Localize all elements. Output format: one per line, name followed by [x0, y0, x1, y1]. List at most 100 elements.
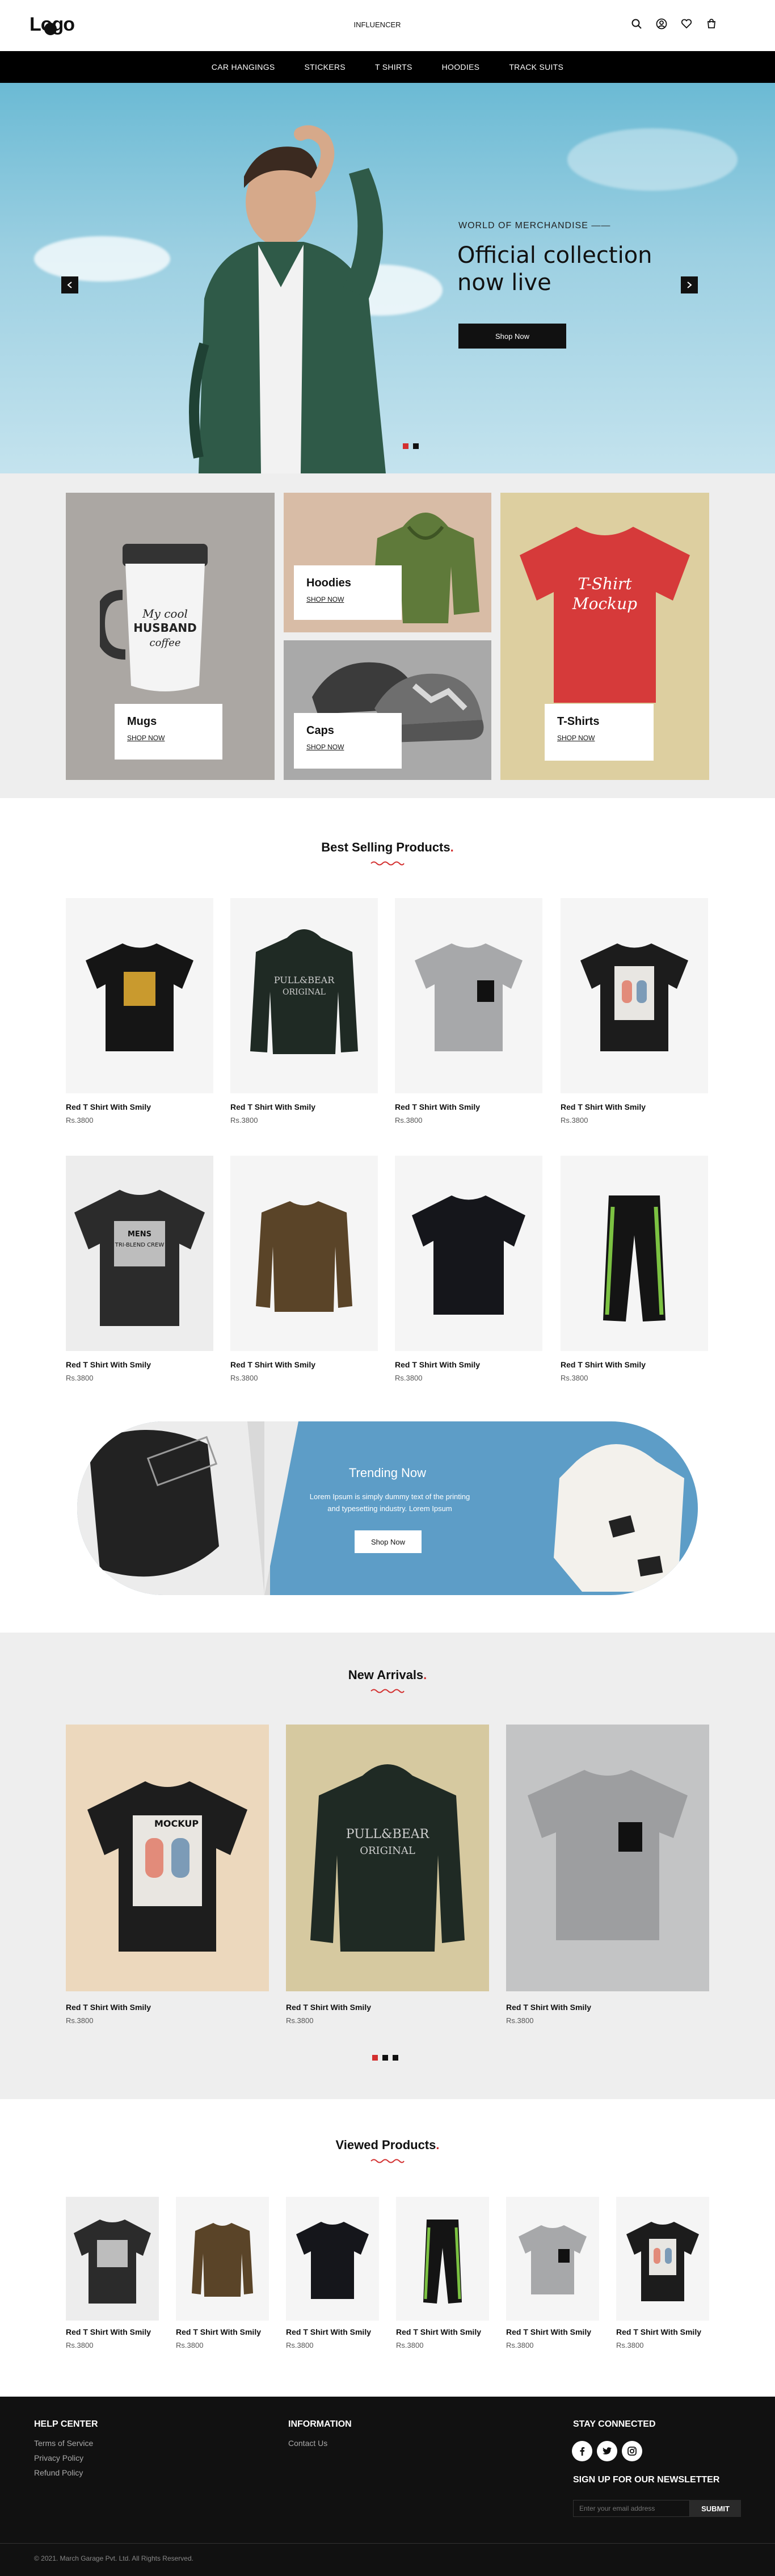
svg-text:PULL&BEAR: PULL&BEAR [274, 975, 335, 985]
nav-item-car-hangings[interactable]: CAR HANGINGS [212, 62, 275, 72]
product-name[interactable]: Red T Shirt With Smily [561, 1102, 646, 1111]
shop-now-link[interactable]: SHOP NOW [306, 743, 389, 751]
product-price: Rs.3800 [506, 2016, 534, 2025]
product-price: Rs.3800 [286, 2341, 314, 2350]
product-name[interactable]: Red T Shirt With Smily [66, 2003, 151, 2012]
viewed-products-title: Viewed Products [335, 2138, 436, 2152]
product-card[interactable]: Red T Shirt With Smily Rs.3800 [506, 1725, 709, 2042]
shop-now-link[interactable]: SHOP NOW [557, 734, 641, 742]
product-name[interactable]: Red T Shirt With Smily [395, 1360, 480, 1369]
slider-dot[interactable] [382, 2055, 388, 2061]
svg-text:MENS: MENS [128, 1230, 151, 1239]
product-name[interactable]: Red T Shirt With Smily [286, 2003, 371, 2012]
product-card[interactable]: Red T Shirt With Smily Rs.3800 [395, 898, 542, 1131]
nav-item-hoodies[interactable]: HOODIES [442, 62, 480, 72]
product-image[interactable] [561, 1156, 708, 1351]
product-image[interactable] [66, 2197, 159, 2321]
nav-item-stickers[interactable]: STICKERS [305, 62, 346, 72]
product-image[interactable] [286, 2197, 379, 2321]
site-logo[interactable]: Logo [30, 10, 75, 40]
refund-link[interactable]: Refund Policy [34, 2468, 83, 2477]
product-name[interactable]: Red T Shirt With Smily [561, 1360, 646, 1369]
newsletter-submit-button[interactable]: SUBMIT [690, 2500, 741, 2517]
product-image[interactable]: MENS TRI-BLEND CREW [66, 1156, 213, 1351]
product-image[interactable] [395, 1156, 542, 1351]
product-card[interactable]: Red T Shirt With Smily Rs.3800 [506, 2197, 599, 2361]
product-name[interactable]: Red T Shirt With Smily [286, 2327, 371, 2336]
product-image[interactable]: PULL&BEAR ORIGINAL [286, 1725, 489, 1991]
product-image[interactable] [506, 1725, 709, 1991]
slider-dot[interactable] [393, 2055, 398, 2061]
product-card[interactable]: Red T Shirt With Smily Rs.3800 [176, 2197, 269, 2361]
product-image[interactable] [616, 2197, 709, 2321]
svg-text:TRI-BLEND CREW: TRI-BLEND CREW [115, 1242, 165, 1248]
product-name[interactable]: Red T Shirt With Smily [506, 2003, 591, 2012]
terms-link[interactable]: Terms of Service [34, 2439, 93, 2448]
product-image[interactable] [506, 2197, 599, 2321]
product-name[interactable]: Red T Shirt With Smily [66, 2327, 151, 2336]
product-card[interactable]: Red T Shirt With Smily Rs.3800 [230, 1156, 378, 1388]
product-image[interactable]: MOCKUP [66, 1725, 269, 1991]
product-image[interactable] [66, 898, 213, 1093]
product-name[interactable]: Red T Shirt With Smily [506, 2327, 591, 2336]
product-card[interactable]: Red T Shirt With Smily Rs.3800 [395, 1156, 542, 1388]
category-caps[interactable]: Caps SHOP NOW [284, 640, 491, 780]
facebook-icon[interactable] [572, 2441, 592, 2461]
category-hoodies[interactable]: Hoodies SHOP NOW [284, 493, 491, 632]
copyright-text: © 2021. March Garage Pvt. Ltd. All Right… [34, 2554, 193, 2562]
product-name[interactable]: Red T Shirt With Smily [66, 1102, 151, 1111]
product-card[interactable]: Red T Shirt With Smily Rs.3800 [561, 1156, 708, 1388]
product-name[interactable]: Red T Shirt With Smily [176, 2327, 261, 2336]
privacy-link[interactable]: Privacy Policy [34, 2453, 83, 2462]
product-name[interactable]: Red T Shirt With Smily [395, 1102, 480, 1111]
nav-item-track-suits[interactable]: TRACK SUITS [509, 62, 563, 72]
product-image[interactable] [396, 2197, 489, 2321]
product-image[interactable] [561, 898, 708, 1093]
product-card[interactable]: PULL&BEAR ORIGINAL Red T Shirt With Smily… [286, 1725, 489, 2042]
hero-shop-now-button[interactable]: Shop Now [458, 324, 566, 349]
product-name[interactable]: Red T Shirt With Smily [230, 1360, 315, 1369]
user-icon[interactable] [655, 17, 668, 31]
product-name[interactable]: Red T Shirt With Smily [66, 1360, 151, 1369]
twitter-icon[interactable] [597, 2441, 617, 2461]
product-card[interactable]: Red T Shirt With Smily Rs.3800 [286, 2197, 379, 2361]
contact-link[interactable]: Contact Us [288, 2439, 327, 2448]
product-price: Rs.3800 [395, 1116, 423, 1125]
instagram-icon[interactable] [622, 2441, 642, 2461]
category-mugs[interactable]: My cool HUSBAND coffee Mugs SHOP NOW [66, 493, 275, 780]
product-card[interactable]: MENS TRI-BLEND CREW Red T Shirt With Smil… [66, 1156, 213, 1388]
search-icon[interactable] [630, 17, 643, 31]
product-image[interactable] [395, 898, 542, 1093]
nav-item-t-shirts[interactable]: T SHIRTS [375, 62, 412, 72]
product-card[interactable]: Red T Shirt With Smily Rs.3800 [66, 898, 213, 1131]
shop-now-link[interactable]: SHOP NOW [127, 734, 210, 742]
product-name[interactable]: Red T Shirt With Smily [230, 1102, 315, 1111]
category-card-t-shirts: T-Shirts SHOP NOW [545, 704, 654, 761]
product-image[interactable]: PULL&BEAR ORIGINAL [230, 898, 378, 1093]
shop-now-link[interactable]: SHOP NOW [306, 595, 389, 603]
chevron-left-icon [67, 282, 72, 288]
newsletter-email-input[interactable] [573, 2500, 690, 2517]
product-image[interactable] [230, 1156, 378, 1351]
product-image[interactable] [176, 2197, 269, 2321]
trending-shop-now-button[interactable]: Shop Now [355, 1530, 422, 1553]
product-price: Rs.3800 [506, 2341, 534, 2350]
product-card[interactable]: Red T Shirt With Smily Rs.3800 [616, 2197, 709, 2361]
slider-dot-active[interactable] [372, 2055, 378, 2061]
cart-icon[interactable] [705, 17, 718, 31]
slider-dot[interactable] [413, 443, 419, 449]
slider-dot-active[interactable] [403, 443, 408, 449]
product-card[interactable]: Red T Shirt With Smily Rs.3800 [561, 898, 708, 1131]
brand-name[interactable]: INFLUENCER [352, 20, 403, 29]
product-card[interactable]: Red T Shirt With Smily Rs.3800 [396, 2197, 489, 2361]
product-name[interactable]: Red T Shirt With Smily [616, 2327, 701, 2336]
hero-banner: WORLD OF MERCHANDISE —— Official collect… [0, 83, 775, 473]
product-name[interactable]: Red T Shirt With Smily [396, 2327, 481, 2336]
category-t-shirts[interactable]: T-Shirt Mockup T-Shirts SHOP NOW [500, 493, 709, 780]
hero-prev-arrow[interactable] [61, 276, 78, 293]
heart-icon[interactable] [680, 17, 693, 31]
product-card[interactable]: Red T Shirt With Smily Rs.3800 [66, 2197, 159, 2361]
new-arrivals-slider-dots [372, 2055, 398, 2061]
product-card[interactable]: PULL&BEAR ORIGINAL Red T Shirt With Smily… [230, 898, 378, 1131]
product-card[interactable]: MOCKUP Red T Shirt With Smily Rs.3800 [66, 1725, 269, 2042]
